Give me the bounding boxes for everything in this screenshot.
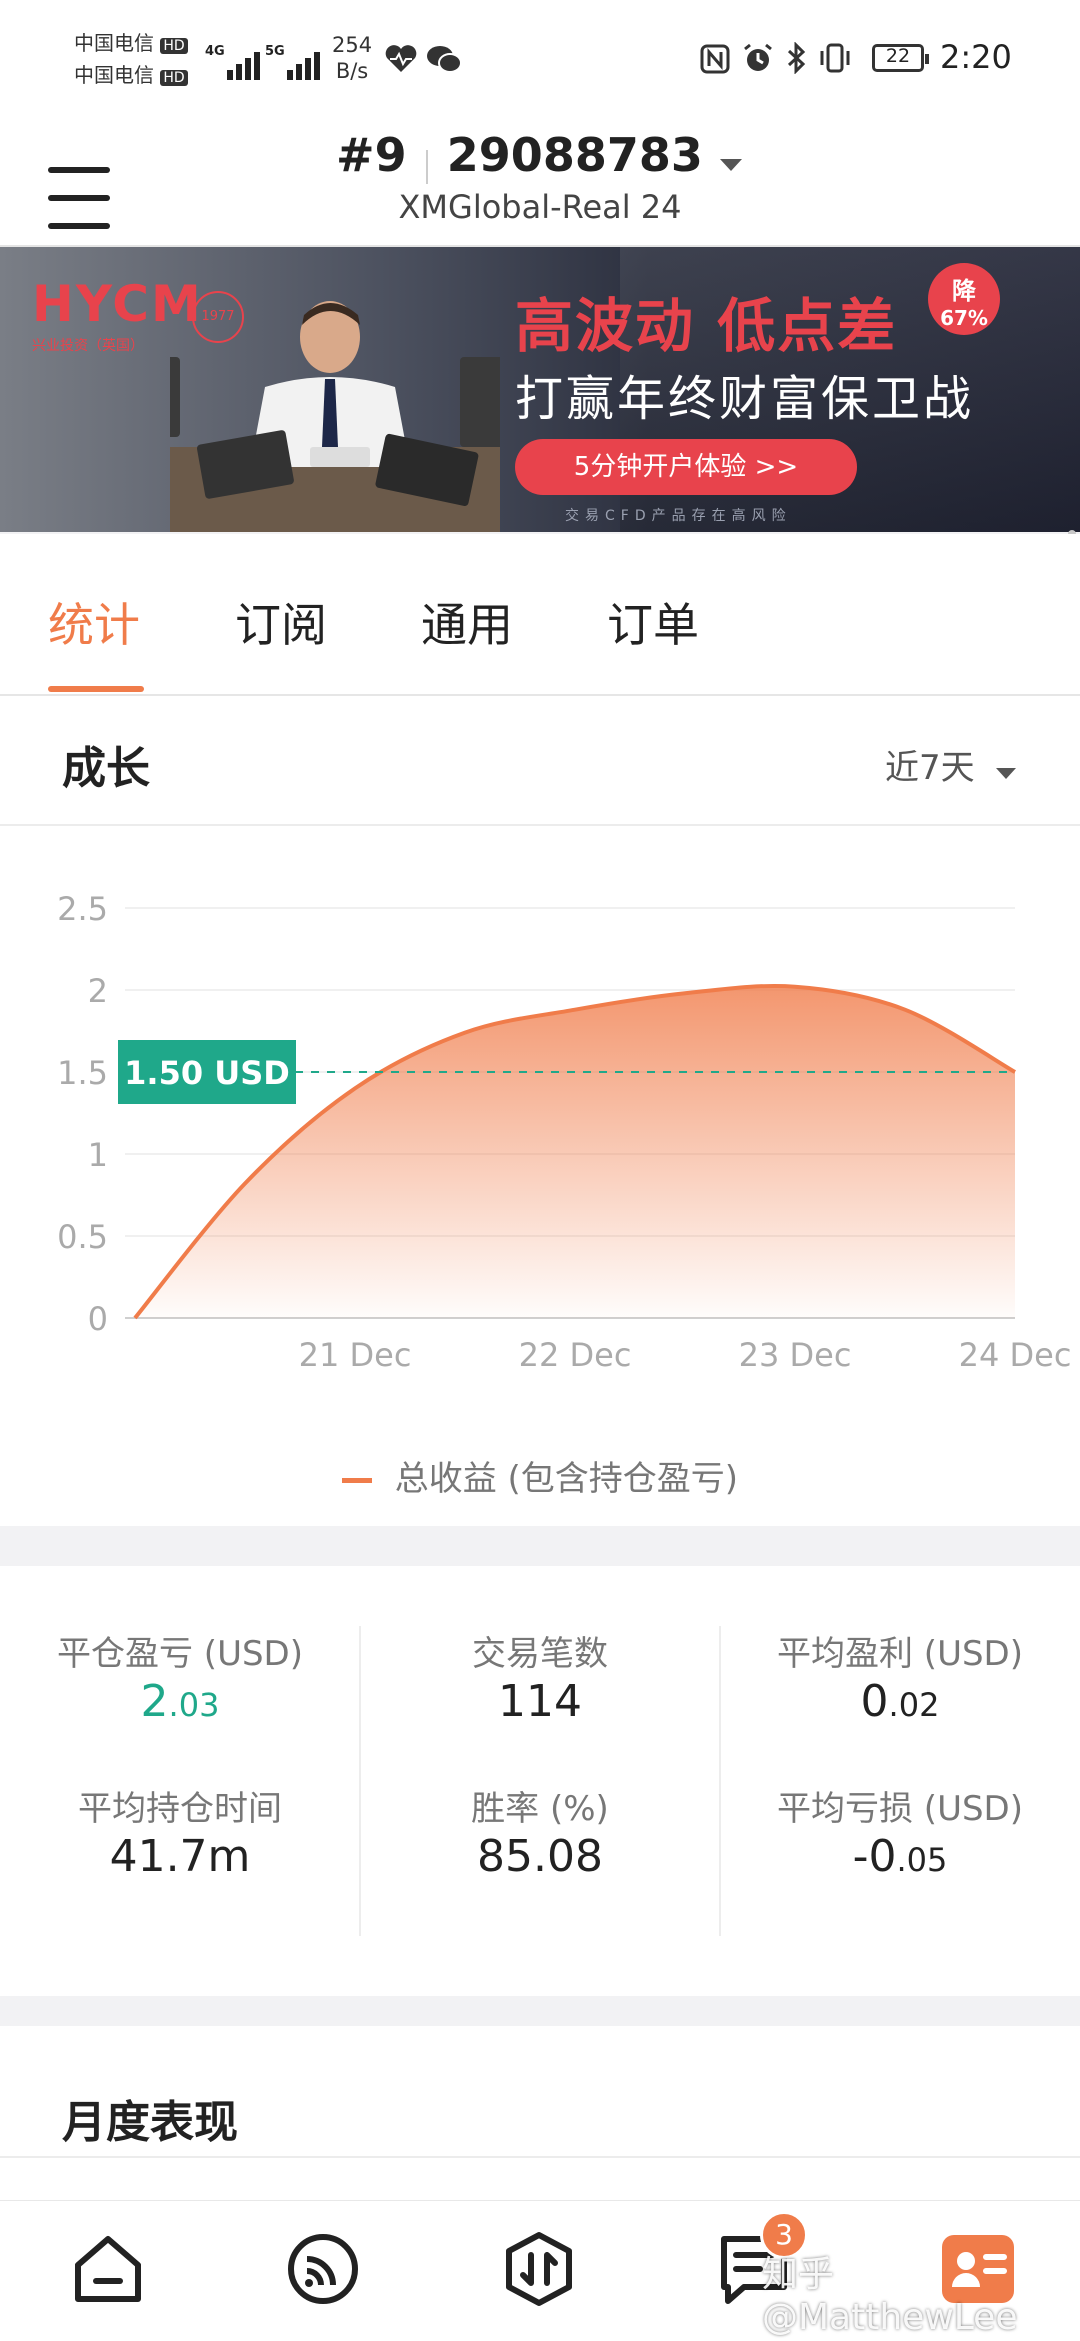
tab-subscriptions[interactable]: 订阅: [235, 589, 327, 655]
area-fill: [135, 985, 1015, 1318]
carrier-1: 中国电信 HD: [74, 30, 188, 59]
stat-label-closed-pnl: 平仓盈亏 (USD): [57, 1634, 303, 1674]
wechat-icon: [426, 44, 462, 78]
monthly-title: 月度表现: [62, 2097, 238, 2148]
stat-value-win-rate: 85.08: [477, 1831, 603, 1882]
vibrate-icon: [818, 42, 852, 78]
watermark: 知乎 @MatthewLee: [762, 2254, 1018, 2338]
nav-trade-button[interactable]: [499, 2229, 579, 2309]
network-speed: 254 B/s: [332, 33, 373, 83]
stat-value-avg-loss: -0.05: [852, 1831, 948, 1882]
banner-subline: 打赢年终财富保卫战: [515, 371, 975, 427]
stat-value-closed-pnl: 2.03: [140, 1676, 220, 1727]
chevron-down-icon: [995, 750, 1017, 790]
chevron-down-icon: [718, 157, 744, 177]
health-icon: [384, 44, 418, 78]
banner-cta-button[interactable]: 5分钟开户体验 >>: [515, 439, 857, 495]
home-icon: [75, 2236, 141, 2302]
logo-subtitle: 兴业投资（英国）: [32, 338, 144, 354]
divider: [0, 2156, 1080, 2158]
account-number: 29088783: [446, 128, 703, 182]
stat-value-avg-profit: 0.02: [860, 1676, 940, 1727]
y-tick-label: 2.5: [57, 890, 108, 928]
divider: [425, 149, 428, 184]
x-tick-label: 22 Dec: [519, 1336, 632, 1374]
clock: 2:20: [940, 38, 1012, 76]
app-header: #9 29088783 XMGlobal-Real 24: [0, 120, 1080, 247]
status-bar: 中国电信 HD 中国电信 HD 4G 5G 254 B/s 22 2:20: [0, 0, 1080, 120]
stat-label-avg-loss: 平均亏损 (USD): [777, 1789, 1023, 1829]
y-tick-label: 0: [88, 1300, 108, 1338]
feed-icon: [288, 2234, 358, 2304]
chart-legend: 总收益 (包含持仓盈亏): [0, 1451, 1080, 1500]
account-rank: #9: [336, 128, 407, 182]
bottom-navigation: 3 知乎 @MatthewLee: [0, 2200, 1080, 2341]
tab-statistics[interactable]: 统计: [48, 589, 140, 655]
banner-disclaimer: 交易CFD产品存在高风险: [565, 508, 792, 524]
battery-icon: 22: [872, 44, 929, 72]
tab-bar: 统计 订阅 通用 订单: [0, 534, 1080, 696]
tab-general[interactable]: 通用: [421, 589, 513, 655]
server-name: XMGlobal-Real 24: [398, 188, 682, 226]
tab-orders[interactable]: 订单: [607, 589, 699, 655]
ad-banner[interactable]: HYCM 兴业投资（英国） 1977 高波动 低点差 降 67% 打赢年终财富保…: [0, 247, 1080, 532]
signal-2-icon: 5G: [265, 40, 335, 80]
banner-headline: 高波动 低点差: [515, 292, 898, 360]
growth-card: 成长 近7天 0 0.5 1 1.5 2 2.5 21 Dec 22 Dec 23 Dec 24 …: [0, 696, 1080, 1526]
y-tick-label: 1.5: [57, 1054, 108, 1092]
stat-label-avg-profit: 平均盈利 (USD): [777, 1634, 1023, 1674]
y-tick-label: 2: [88, 972, 108, 1010]
banner-person-image: [120, 297, 510, 532]
monthly-performance-card: 月度表现: [0, 2026, 1080, 2201]
period-selector[interactable]: 近7天: [885, 740, 1017, 790]
legend-label: 总收益 (包含持仓盈亏): [394, 1459, 739, 1499]
nfc-icon: [700, 44, 730, 78]
stat-value-trade-count: 114: [498, 1676, 582, 1727]
stat-label-win-rate: 胜率 (%): [471, 1789, 609, 1829]
x-tick-label: 24 Dec: [959, 1336, 1072, 1374]
growth-title: 成长: [62, 743, 150, 794]
discount-badge: 降 67%: [928, 263, 1000, 335]
account-selector[interactable]: #9 29088783: [0, 128, 1080, 184]
stat-label-trade-count: 交易笔数: [472, 1634, 608, 1674]
nav-feed-button[interactable]: [283, 2229, 363, 2309]
period-label: 近7天: [885, 748, 975, 788]
stat-label-avg-hold-time: 平均持仓时间: [78, 1789, 282, 1829]
divider: [0, 824, 1080, 826]
trade-icon: [506, 2232, 572, 2306]
active-tab-indicator: [48, 686, 144, 692]
alarm-icon: [742, 42, 774, 78]
y-tick-label: 0.5: [57, 1218, 108, 1256]
growth-chart: 0 0.5 1 1.5 2 2.5 21 Dec 22 Dec 23 Dec 24 Dec 1.50…: [57, 890, 1072, 1374]
stats-panel: 平仓盈亏 (USD) 2.03 交易笔数 114 平均盈利 (USD) 0.02…: [0, 1566, 1080, 1996]
current-value-label: 1.50 USD: [124, 1054, 290, 1092]
y-tick-label: 1: [88, 1136, 108, 1174]
carrier-2: 中国电信 HD: [74, 62, 188, 91]
nav-home-button[interactable]: [68, 2229, 148, 2309]
x-tick-label: 23 Dec: [739, 1336, 852, 1374]
x-tick-label: 21 Dec: [299, 1336, 412, 1374]
stat-value-avg-hold-time: 41.7m: [109, 1831, 251, 1882]
bluetooth-icon: [786, 41, 808, 78]
legend-swatch: [341, 1478, 372, 1483]
